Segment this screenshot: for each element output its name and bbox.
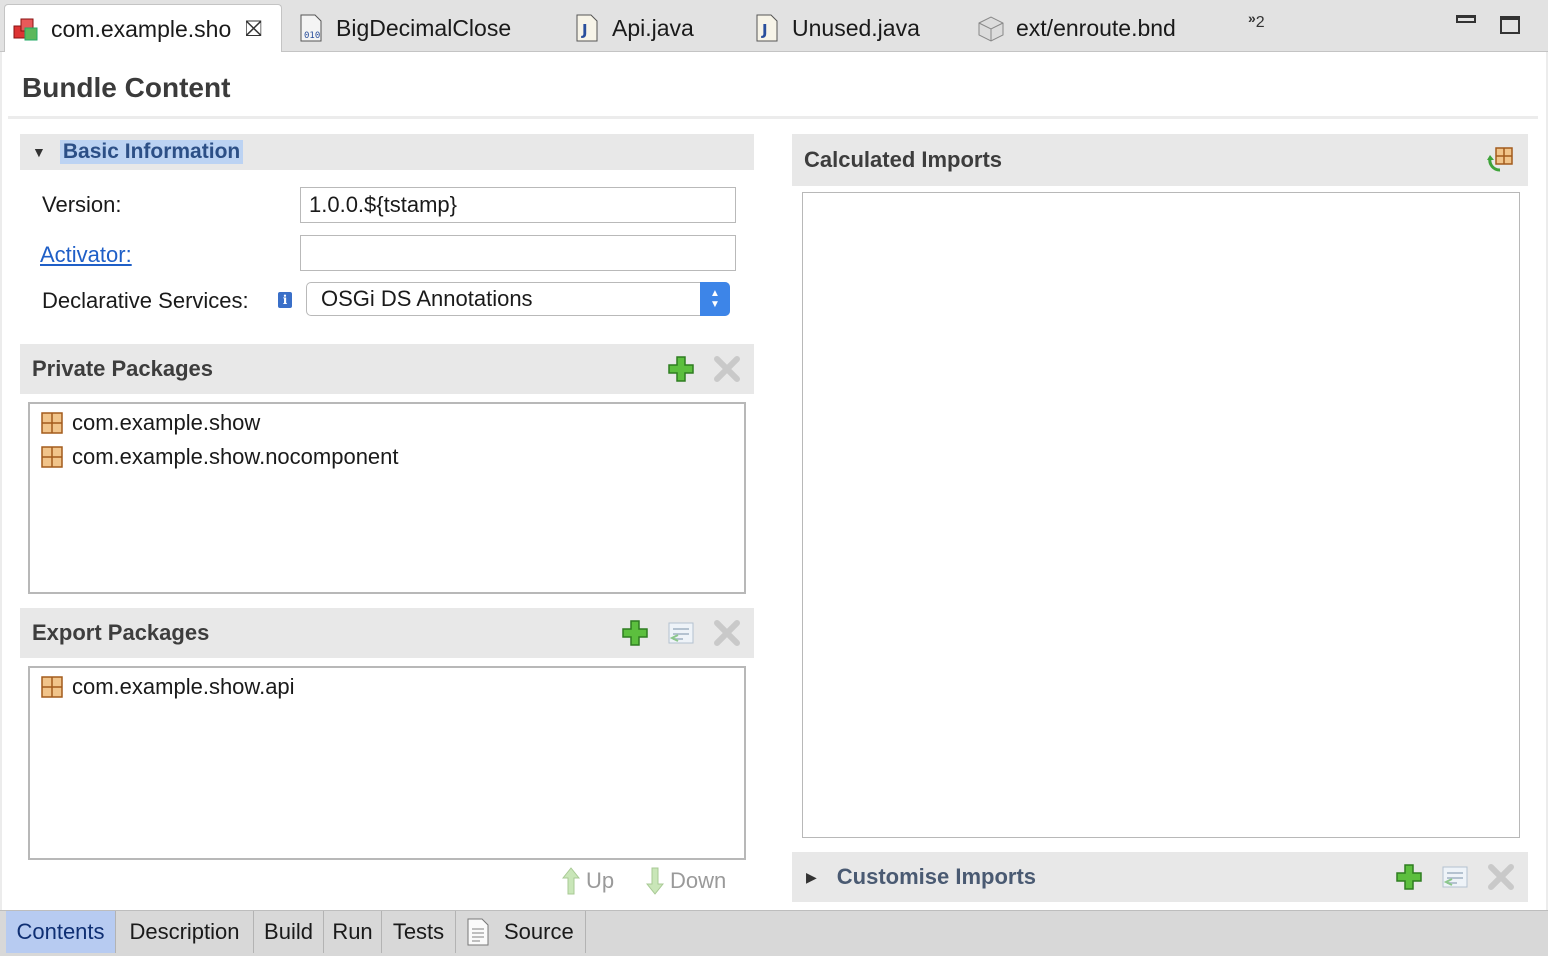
minimize-button[interactable] <box>1456 15 1476 23</box>
close-tab-icon[interactable]: ⛝ <box>245 16 262 42</box>
calculated-imports-title: Calculated Imports <box>804 147 1003 172</box>
edit-import-icon[interactable] <box>1440 862 1470 892</box>
page-tab-run[interactable]: Run <box>324 911 382 953</box>
editor-tab-api-java[interactable]: J Api.java <box>572 4 694 52</box>
arrow-up-icon <box>562 867 580 895</box>
info-icon[interactable]: i <box>278 292 292 308</box>
title-separator <box>8 116 1538 119</box>
remove-private-package-icon[interactable] <box>712 354 742 384</box>
java-file-icon: J <box>756 14 778 42</box>
more-tabs-button[interactable]: »2 <box>1248 10 1265 32</box>
arrow-down-icon <box>646 867 664 895</box>
tab-label: com.example.sho <box>51 15 232 42</box>
bundle-icon <box>13 18 38 41</box>
add-export-package-icon[interactable] <box>620 618 650 648</box>
editor-area: Bundle Content ▼ Basic Information Versi… <box>2 52 1546 910</box>
calculated-imports-header: Calculated Imports <box>792 134 1528 186</box>
svg-text:J: J <box>761 21 768 39</box>
customise-imports-title: Customise Imports <box>836 864 1037 889</box>
tab-label: Api.java <box>612 14 694 41</box>
source-tab-label: Source <box>504 919 574 944</box>
editor-tab-enroute-bnd[interactable]: ext/enroute.bnd <box>976 4 1176 52</box>
maximize-button[interactable] <box>1500 16 1520 34</box>
chevron-icon: » <box>1248 10 1256 26</box>
remove-export-package-icon[interactable] <box>712 618 742 648</box>
svg-text:010: 010 <box>304 31 320 41</box>
expand-triangle-icon[interactable]: ▶ <box>806 869 817 886</box>
svg-text:J: J <box>581 21 588 39</box>
editor-tab-bigdecimal[interactable]: 010 BigDecimalClose <box>296 4 511 52</box>
package-name: com.example.show <box>72 410 261 435</box>
add-import-icon[interactable] <box>1394 862 1424 892</box>
page-tab-source[interactable]: Source <box>456 911 586 953</box>
declarative-services-select[interactable]: OSGi DS Annotations ▲ ▼ <box>306 282 730 316</box>
editor-tab-bar: com.example.sho ⛝ 010 BigDecimalClose J … <box>0 0 1548 53</box>
tab-label: Unused.java <box>792 14 920 41</box>
hidden-tab-count: 2 <box>1255 13 1265 31</box>
package-icon <box>41 412 63 434</box>
basic-info-header[interactable]: ▼ Basic Information <box>20 134 754 170</box>
add-private-package-icon[interactable] <box>666 354 696 384</box>
tab-label: BigDecimalClose <box>336 14 512 41</box>
private-packages-list[interactable]: com.example.show com.example.show.nocomp… <box>28 402 746 594</box>
private-packages-title: Private Packages <box>32 356 214 381</box>
bnd-file-icon <box>978 16 1004 42</box>
page-tab-bar: Contents Description Build Run Tests Sou… <box>0 910 1548 956</box>
private-packages-header: Private Packages <box>20 344 754 394</box>
move-up-label: Up <box>586 868 615 893</box>
source-file-icon <box>467 918 489 946</box>
page-tab-build[interactable]: Build <box>254 911 324 953</box>
package-name: com.example.show.nocomponent <box>72 444 399 469</box>
select-arrows-icon: ▲ ▼ <box>700 282 730 316</box>
page-tab-tests[interactable]: Tests <box>382 911 456 953</box>
activator-input[interactable] <box>300 235 736 271</box>
move-down-button[interactable]: Down <box>646 866 726 896</box>
move-down-label: Down <box>670 868 727 893</box>
basic-info-title: Basic Information <box>59 140 244 164</box>
version-label: Version: <box>42 192 122 217</box>
editor-tab-bundle[interactable]: com.example.sho ⛝ <box>4 4 282 53</box>
tab-label: ext/enroute.bnd <box>1016 14 1176 41</box>
list-item[interactable]: com.example.show.nocomponent <box>30 440 744 474</box>
package-icon <box>41 446 63 468</box>
refresh-imports-icon[interactable] <box>1486 144 1516 174</box>
declarative-services-label: Declarative Services: <box>42 288 249 313</box>
list-item[interactable]: com.example.show.api <box>30 670 744 704</box>
java-file-icon: J <box>576 14 598 42</box>
class-file-icon: 010 <box>300 14 322 42</box>
package-name: com.example.show.api <box>72 674 295 699</box>
page-title: Bundle Content <box>22 72 231 103</box>
calculated-imports-list[interactable] <box>802 192 1520 838</box>
customise-imports-header[interactable]: ▶ Customise Imports <box>792 852 1528 902</box>
list-item[interactable]: com.example.show <box>30 406 744 440</box>
collapse-triangle-icon[interactable]: ▼ <box>32 144 46 160</box>
activator-link[interactable]: Activator: <box>40 242 132 268</box>
page-tab-description[interactable]: Description <box>116 911 254 953</box>
export-packages-list[interactable]: com.example.show.api <box>28 666 746 860</box>
version-input[interactable] <box>300 187 736 223</box>
page-tab-contents[interactable]: Contents <box>6 911 116 953</box>
move-up-button[interactable]: Up <box>562 866 614 896</box>
export-packages-header: Export Packages <box>20 608 754 658</box>
export-packages-title: Export Packages <box>32 620 210 645</box>
remove-import-icon[interactable] <box>1486 862 1516 892</box>
editor-tab-unused-java[interactable]: J Unused.java <box>752 4 920 52</box>
edit-export-package-icon[interactable] <box>666 618 696 648</box>
ds-selected-value: OSGi DS Annotations <box>321 286 533 311</box>
package-icon <box>41 676 63 698</box>
